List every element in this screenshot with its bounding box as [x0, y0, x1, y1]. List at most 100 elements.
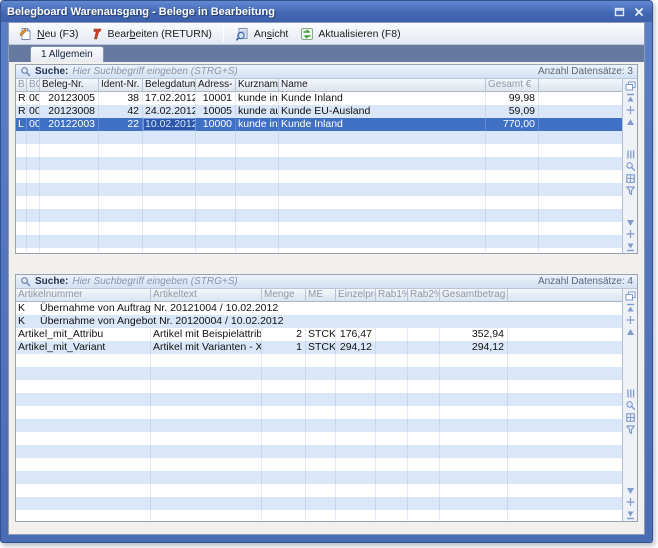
grid-cell[interactable]	[376, 367, 408, 380]
grid-cell[interactable]	[306, 354, 336, 367]
empty-row[interactable]	[16, 406, 622, 419]
document-cell-ident_nr[interactable]: 38	[99, 92, 143, 105]
column-header[interactable]: Rab1%	[376, 289, 408, 302]
position-cell-einzelpreis[interactable]: 294,12	[336, 341, 376, 354]
grid-cell[interactable]	[408, 497, 440, 510]
column-header[interactable]: Ident-Nr.	[99, 79, 143, 92]
grid-cell[interactable]	[27, 209, 40, 222]
grid-cell[interactable]	[539, 209, 622, 222]
grid-cell[interactable]	[440, 380, 508, 393]
document-cell-gesamt[interactable]: 770,00	[486, 118, 539, 131]
grid-cell[interactable]	[40, 170, 99, 183]
column-chooser-icon[interactable]	[624, 80, 637, 92]
grid-cell[interactable]	[16, 131, 27, 144]
grid-cell[interactable]	[508, 445, 622, 458]
position-cell-rab1[interactable]	[376, 341, 408, 354]
grid-cell[interactable]	[306, 406, 336, 419]
grid-cell[interactable]	[539, 170, 622, 183]
empty-row[interactable]	[16, 131, 622, 144]
grid-cell[interactable]	[306, 497, 336, 510]
column-header[interactable]: Menge	[262, 289, 306, 302]
grid-cell[interactable]	[27, 157, 40, 170]
grid-cell[interactable]	[336, 432, 376, 445]
grid-cell[interactable]	[408, 471, 440, 484]
column-header[interactable]	[508, 289, 622, 302]
grid-cell[interactable]	[306, 510, 336, 521]
grid-cell[interactable]	[336, 367, 376, 380]
grid-cell[interactable]	[306, 471, 336, 484]
empty-row[interactable]	[16, 157, 622, 170]
grid-cell[interactable]	[16, 458, 151, 471]
grid-cell[interactable]	[196, 131, 236, 144]
document-cell-kurzname[interactable]: kunde ausl	[236, 105, 279, 118]
grid-cell[interactable]	[279, 209, 486, 222]
empty-row[interactable]	[16, 471, 622, 484]
document-cell-ident_nr[interactable]: 42	[99, 105, 143, 118]
empty-row[interactable]	[16, 510, 622, 521]
position-cell-me[interactable]: STCK	[306, 328, 336, 341]
grid-cell[interactable]	[151, 380, 262, 393]
grid-cell[interactable]	[143, 157, 196, 170]
grid-cell[interactable]	[99, 131, 143, 144]
grid-cell[interactable]	[440, 445, 508, 458]
grid-cell[interactable]	[408, 445, 440, 458]
position-cell-menge[interactable]: 2	[262, 328, 306, 341]
grid-cell[interactable]	[440, 393, 508, 406]
grid-cell[interactable]	[151, 484, 262, 497]
document-cell-ident_nr[interactable]: 22	[99, 118, 143, 131]
empty-row[interactable]	[16, 235, 622, 248]
grid-cell[interactable]	[306, 432, 336, 445]
grid-cell[interactable]	[262, 354, 306, 367]
grid-cell[interactable]	[376, 393, 408, 406]
positions-search-bar[interactable]: Suche: Hier Suchbegriff eingeben (STRG+S…	[16, 275, 637, 289]
grid-cell[interactable]	[279, 196, 486, 209]
grid-cell[interactable]	[539, 248, 622, 253]
grid-cell[interactable]	[16, 380, 151, 393]
grid-cell[interactable]	[143, 209, 196, 222]
grid-cell[interactable]	[16, 510, 151, 521]
grid-cell[interactable]	[16, 222, 27, 235]
grid-cell[interactable]	[336, 484, 376, 497]
grid-cell[interactable]	[376, 445, 408, 458]
document-cell-kurzname[interactable]: kunde inla	[236, 118, 279, 131]
grid-cell[interactable]	[27, 144, 40, 157]
grid-cell[interactable]	[27, 131, 40, 144]
positions-grid[interactable]: ArtikelnummerArtikeltextMengeMEEinzelpre…	[16, 289, 622, 521]
grid-cell[interactable]	[539, 196, 622, 209]
grid-cell[interactable]	[151, 406, 262, 419]
new-button[interactable]: Neu (F3)	[13, 24, 84, 44]
document-cell-bg[interactable]: 00	[27, 118, 40, 131]
grid-cell[interactable]	[279, 157, 486, 170]
grid-cell[interactable]	[236, 196, 279, 209]
grid-cell[interactable]	[151, 445, 262, 458]
prev-record-icon[interactable]	[624, 326, 637, 338]
grid-cell[interactable]	[262, 458, 306, 471]
grid-cell[interactable]	[376, 458, 408, 471]
grid-cell[interactable]	[40, 131, 99, 144]
document-cell-_f[interactable]	[539, 105, 622, 118]
grid-cell[interactable]	[508, 406, 622, 419]
grid-cell[interactable]	[440, 497, 508, 510]
bookmark-icon[interactable]	[624, 172, 637, 184]
empty-row[interactable]	[16, 170, 622, 183]
grid-cell[interactable]	[40, 144, 99, 157]
grid-cell[interactable]	[143, 248, 196, 253]
grid-cell[interactable]	[143, 131, 196, 144]
grid-cell[interactable]	[336, 380, 376, 393]
grid-cell[interactable]	[408, 510, 440, 521]
columns-icon[interactable]	[624, 148, 637, 160]
grid-cell[interactable]	[440, 354, 508, 367]
grid-cell[interactable]	[376, 406, 408, 419]
grid-cell[interactable]	[27, 196, 40, 209]
grid-cell[interactable]	[262, 471, 306, 484]
grid-cell[interactable]	[486, 131, 539, 144]
grid-cell[interactable]	[408, 458, 440, 471]
grid-cell[interactable]	[151, 432, 262, 445]
column-header[interactable]: Kurzname	[236, 79, 279, 92]
grid-cell[interactable]	[196, 248, 236, 253]
down-record-icon[interactable]	[624, 228, 637, 240]
grid-cell[interactable]	[236, 222, 279, 235]
grid-cell[interactable]	[539, 183, 622, 196]
grid-cell[interactable]	[539, 144, 622, 157]
empty-row[interactable]	[16, 380, 622, 393]
